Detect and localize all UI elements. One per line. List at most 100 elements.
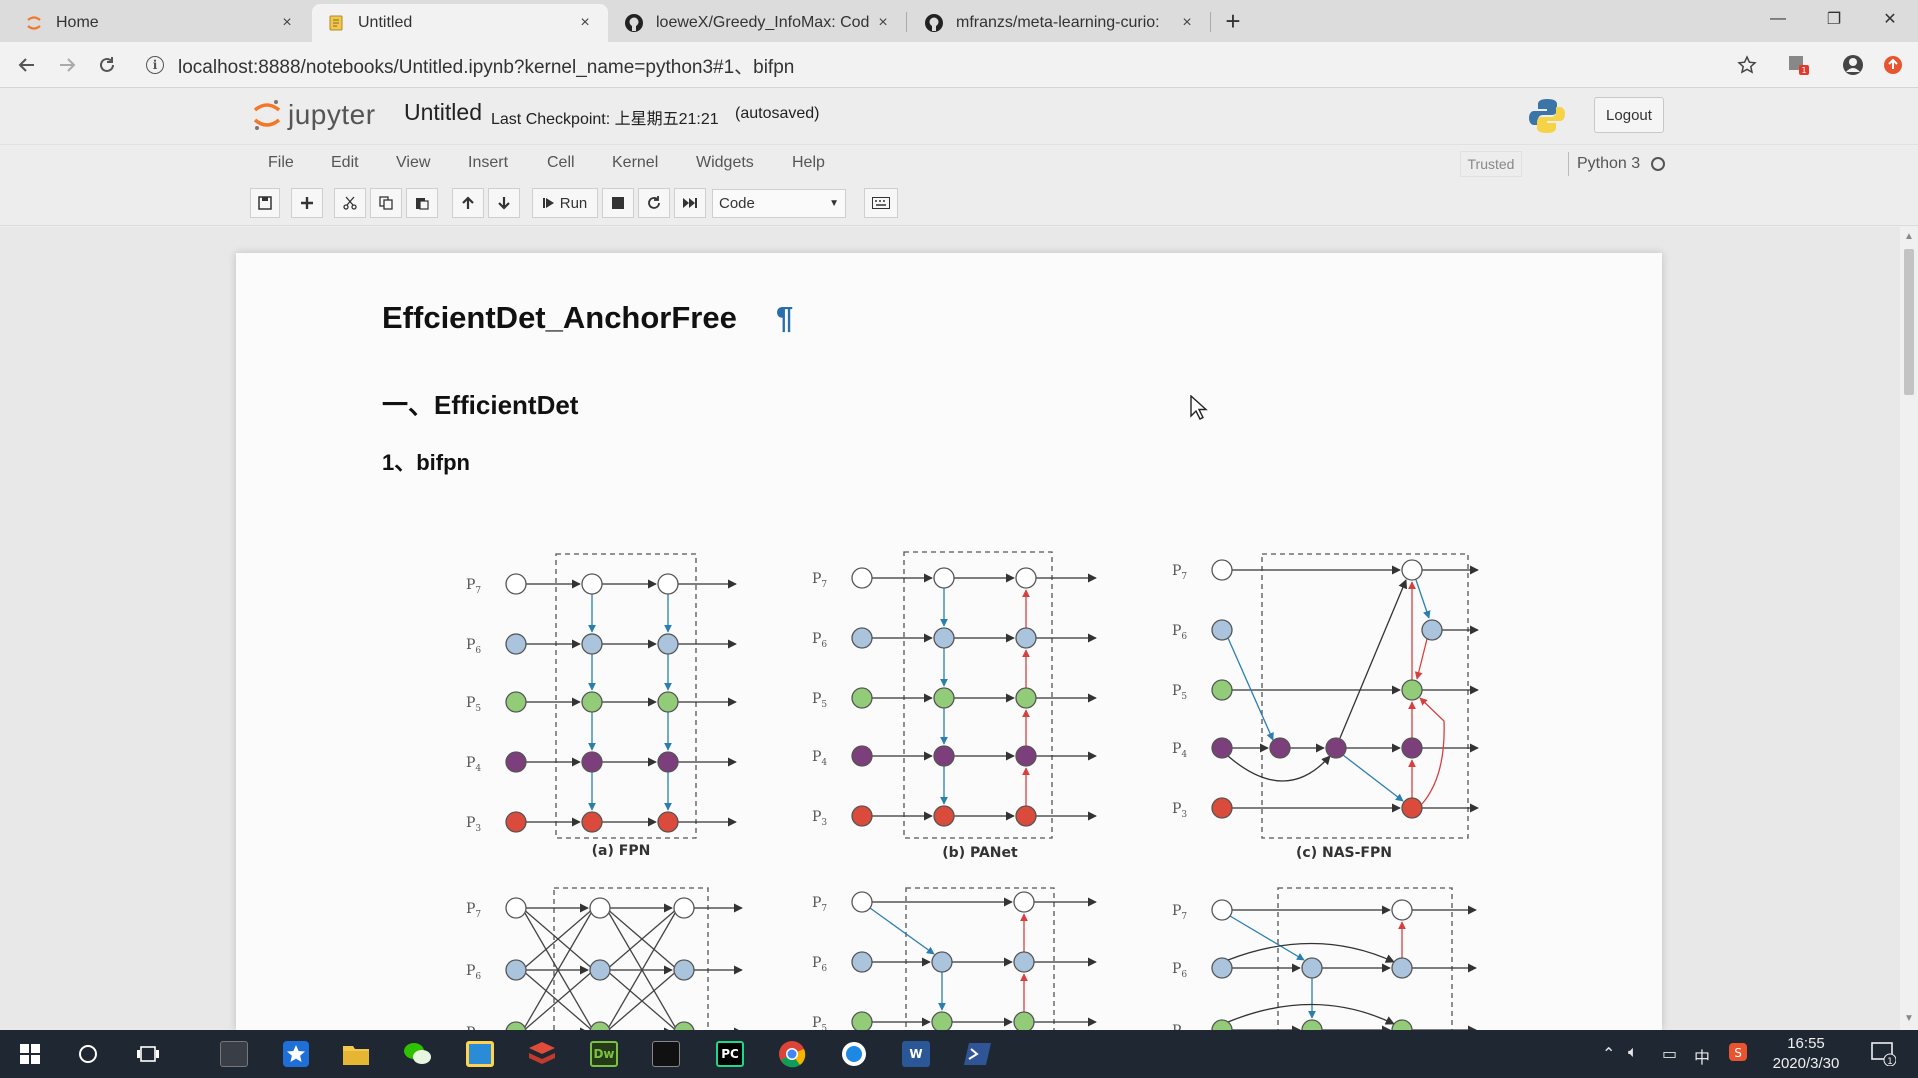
page-scrollbar[interactable]: ▲ ▼ [1900, 227, 1918, 1030]
browser-tab-bar: Home × Untitled × loeweX/Greedy_InfoMax:… [0, 0, 1918, 42]
cell-type-select[interactable]: Code ▼ [712, 189, 846, 218]
menu-view[interactable]: View [396, 154, 430, 172]
cmd-icon[interactable] [646, 1036, 686, 1072]
paste-button[interactable] [406, 188, 438, 218]
scroll-down-icon[interactable]: ▼ [1904, 1013, 1914, 1024]
menu-kernel[interactable]: Kernel [612, 154, 658, 172]
reload-button[interactable] [92, 50, 122, 80]
close-icon[interactable]: × [278, 14, 296, 32]
pycharm-icon[interactable]: PC [710, 1036, 750, 1072]
dreamweaver-icon[interactable]: Dw [584, 1036, 624, 1072]
menu-edit[interactable]: Edit [331, 154, 359, 172]
menu-insert[interactable]: Insert [468, 154, 508, 172]
feature-node [657, 633, 679, 655]
menu-help[interactable]: Help [792, 154, 825, 172]
trusted-indicator[interactable]: Trusted [1460, 151, 1522, 177]
level-label: P6 [466, 963, 481, 982]
search-icon[interactable] [68, 1036, 108, 1072]
move-down-button[interactable] [488, 188, 520, 218]
app-book-icon[interactable] [460, 1036, 500, 1072]
tab-title: loeweX/Greedy_InfoMax: Cod [656, 14, 870, 31]
close-window-button[interactable]: ✕ [1862, 0, 1918, 38]
back-button[interactable] [12, 50, 42, 80]
taskbar-clock[interactable]: 16:55 2020/3/30 [1768, 1034, 1844, 1074]
update-icon[interactable] [1878, 50, 1908, 80]
start-icon[interactable] [10, 1036, 50, 1072]
interrupt-button[interactable] [602, 188, 634, 218]
move-up-button[interactable] [452, 188, 484, 218]
command-palette-button[interactable] [864, 188, 898, 218]
minimize-button[interactable]: — [1750, 0, 1806, 38]
feature-node [1401, 737, 1423, 759]
terminal-icon[interactable] [214, 1036, 254, 1072]
close-icon[interactable]: × [874, 14, 892, 32]
jupyter-icon [253, 100, 281, 130]
feature-node [1421, 619, 1443, 641]
chevron-up-icon[interactable]: ⌃ [1602, 1044, 1615, 1064]
insert-cell-button[interactable] [291, 188, 323, 218]
sogou-ime-icon[interactable]: S [1728, 1042, 1748, 1067]
qq-browser-icon[interactable] [834, 1036, 874, 1072]
app-stack-icon[interactable] [522, 1036, 562, 1072]
tab-untitled[interactable]: Untitled × [312, 4, 608, 42]
wechat-icon[interactable] [398, 1036, 438, 1072]
account-icon[interactable] [1838, 50, 1868, 80]
feature-node [1391, 1019, 1413, 1030]
menu-cell[interactable]: Cell [547, 154, 575, 172]
jupyter-logo[interactable]: jupyter [252, 95, 376, 135]
tab-greedy-infomax[interactable]: loeweX/Greedy_InfoMax: Cod × [610, 4, 906, 42]
notebook-name[interactable]: Untitled [404, 99, 482, 126]
task-view-icon[interactable] [128, 1036, 168, 1072]
feature-node [1301, 1019, 1323, 1030]
logout-button[interactable]: Logout [1594, 97, 1664, 133]
connection-line [1229, 915, 1305, 961]
feature-node [1211, 797, 1233, 819]
copy-button[interactable] [370, 188, 402, 218]
info-icon[interactable]: i [146, 56, 164, 74]
word-icon[interactable]: W [896, 1036, 936, 1072]
volume-icon[interactable]: 🔈︎ [1628, 1044, 1638, 1062]
tab-meta-learning[interactable]: mfranzs/meta-learning-curio: × [910, 4, 1210, 42]
level-label: P7 [812, 895, 827, 914]
level-label: P4 [466, 755, 481, 774]
scroll-thumb[interactable] [1904, 249, 1914, 395]
menu-file[interactable]: File [268, 154, 294, 172]
extension-icon[interactable]: 1 [1784, 50, 1814, 80]
forward-button[interactable] [52, 50, 82, 80]
restart-button[interactable] [638, 188, 670, 218]
feature-node [1015, 687, 1037, 709]
feature-node [1269, 737, 1291, 759]
battery-icon[interactable]: ▭ [1662, 1044, 1677, 1064]
run-button[interactable]: Run [532, 188, 598, 218]
tab-home[interactable]: Home × [10, 4, 310, 42]
arrow-right-icon [60, 58, 76, 72]
restore-button[interactable]: ❐ [1806, 0, 1862, 38]
app-star-icon[interactable] [276, 1036, 316, 1072]
bookmark-star-icon[interactable] [1732, 50, 1762, 80]
cut-button[interactable] [334, 188, 366, 218]
connection-line [869, 907, 935, 955]
keyboard-icon [872, 197, 890, 209]
new-tab-button[interactable]: + [1218, 6, 1248, 36]
feature-node [931, 1011, 953, 1030]
file-explorer-icon[interactable] [336, 1036, 376, 1072]
menu-widgets[interactable]: Widgets [696, 154, 754, 172]
notification-icon[interactable]: 1 [1870, 1040, 1897, 1071]
markdown-heading-3: 1、bifpn [382, 450, 470, 475]
close-icon[interactable]: × [576, 14, 594, 32]
url-text: localhost:8888/notebooks/Untitled.ipynb?… [178, 56, 795, 78]
chrome-icon[interactable] [772, 1036, 812, 1072]
scroll-up-icon[interactable]: ▲ [1904, 231, 1914, 242]
feature-node [851, 891, 873, 913]
anchor-link[interactable]: ¶ [776, 300, 793, 336]
feature-node [1015, 567, 1037, 589]
ime-indicator[interactable]: 中 [1694, 1044, 1710, 1068]
feature-node [1325, 737, 1347, 759]
feature-node [673, 1021, 695, 1030]
address-bar[interactable]: i localhost:8888/notebooks/Untitled.ipyn… [146, 48, 1766, 82]
close-icon[interactable]: × [1178, 14, 1196, 32]
markdown-heading-2: 一、EfficientDet [382, 390, 579, 420]
save-button[interactable] [250, 188, 280, 218]
restart-run-all-button[interactable] [674, 188, 706, 218]
powershell-icon[interactable] [958, 1036, 998, 1072]
